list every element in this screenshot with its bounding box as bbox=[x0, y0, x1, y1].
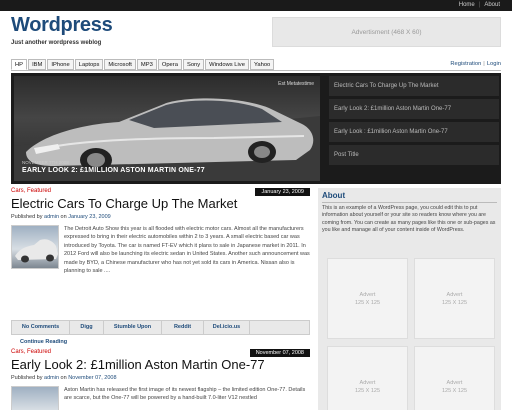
featured-list-item[interactable]: Electric Cars To Charge Up The Market bbox=[329, 76, 499, 96]
featured-image[interactable]: Est Metatestime NOVEMBER 7TH 2008 EARLY … bbox=[14, 76, 320, 181]
about-heading: About bbox=[322, 191, 346, 200]
category-tab[interactable]: MP3 bbox=[136, 59, 157, 70]
featured-list-item[interactable]: Early Look : £1million Aston Martin One-… bbox=[329, 122, 499, 142]
user-nav: Registration | Login bbox=[450, 61, 501, 67]
advert-size: 125 X 125 bbox=[354, 299, 381, 306]
advert-title: Advert bbox=[359, 291, 376, 298]
registration-link[interactable]: Registration bbox=[450, 61, 481, 67]
user-nav-separator: | bbox=[483, 61, 485, 67]
advert-box[interactable]: Advert 125 X 125 bbox=[414, 346, 495, 410]
advert-title: Advert bbox=[446, 379, 463, 386]
about-link[interactable]: About bbox=[484, 1, 500, 10]
about-text: This is an example of a WordPress page, … bbox=[322, 205, 496, 234]
featured-caption[interactable]: EARLY LOOK 2: £1MILLION ASTON MARTIN ONE… bbox=[22, 167, 205, 174]
top-separator: | bbox=[478, 2, 481, 8]
advert-size: 125 X 125 bbox=[441, 387, 468, 394]
nav-divider bbox=[11, 70, 501, 71]
author-link[interactable]: admin bbox=[44, 214, 59, 220]
share-bar: No Comments Digg Stumble Upon Reddit Del… bbox=[11, 320, 310, 335]
byline-label: Published by bbox=[11, 375, 43, 381]
top-advertisement[interactable]: Advertisment (468 X 60) bbox=[272, 17, 501, 47]
featured-list-item[interactable]: Early Look 2: £1million Aston Martin One… bbox=[329, 99, 499, 119]
featured-meta: NOVEMBER 7TH 2008 bbox=[22, 160, 69, 165]
post-byline: Published by admin on January 23, 2009 bbox=[11, 214, 310, 220]
byline-on: on bbox=[60, 214, 67, 220]
category-tab[interactable]: IPhone bbox=[47, 59, 74, 70]
post-date-badge: January 23, 2009 bbox=[255, 188, 310, 196]
site-description: Just another wordpress weblog bbox=[11, 40, 102, 46]
post-date-link[interactable]: January 23, 2009 bbox=[68, 214, 111, 220]
post-thumbnail[interactable] bbox=[11, 225, 59, 269]
category-tab[interactable]: HP bbox=[11, 59, 28, 70]
category-tab[interactable]: Laptops bbox=[74, 59, 104, 70]
category-nav: HP IBM IPhone Laptops Microsoft MP3 Oper… bbox=[11, 59, 275, 70]
byline-on: on bbox=[60, 375, 67, 381]
advert-size: 125 X 125 bbox=[354, 387, 381, 394]
site-title[interactable]: Wordpress bbox=[11, 14, 113, 37]
category-tab[interactable]: Windows Live bbox=[205, 59, 249, 70]
advert-box[interactable]: Advert 125 X 125 bbox=[327, 346, 408, 410]
advert-box[interactable]: Advert 125 X 125 bbox=[414, 258, 495, 339]
advert-size: 125 X 125 bbox=[441, 299, 468, 306]
advert-title: Advert bbox=[359, 379, 376, 386]
featured-image-label: Est Metatestime bbox=[278, 81, 314, 87]
author-link[interactable]: admin bbox=[44, 375, 59, 381]
featured-list: Electric Cars To Charge Up The Market Ea… bbox=[329, 76, 499, 168]
post-excerpt: Aston Martin has released the first imag… bbox=[64, 387, 306, 402]
post: Cars, Featured November 07, 2008 Early L… bbox=[11, 349, 310, 410]
post: Cars, Featured January 23, 2009 Electric… bbox=[11, 188, 310, 275]
login-link[interactable]: Login bbox=[487, 61, 501, 67]
featured-slider: Est Metatestime NOVEMBER 7TH 2008 EARLY … bbox=[11, 73, 501, 184]
stumbleupon-link[interactable]: Stumble Upon bbox=[104, 321, 162, 334]
reddit-link[interactable]: Reddit bbox=[162, 321, 204, 334]
advert-title: Advert bbox=[446, 291, 463, 298]
category-tab[interactable]: Opera bbox=[157, 59, 182, 70]
top-links: Home | About bbox=[459, 1, 500, 10]
car-illustration bbox=[14, 98, 320, 181]
comments-link[interactable]: No Comments bbox=[12, 321, 70, 334]
about-divider bbox=[322, 202, 497, 203]
post-body: Aston Martin has released the first imag… bbox=[11, 386, 310, 410]
category-tab[interactable]: IBM bbox=[28, 59, 47, 70]
digg-link[interactable]: Digg bbox=[70, 321, 104, 334]
featured-list-item[interactable]: Post Title bbox=[329, 145, 499, 165]
category-tab[interactable]: Sony bbox=[182, 59, 205, 70]
post-thumbnail[interactable] bbox=[11, 386, 59, 410]
sidebar: About This is an example of a WordPress … bbox=[318, 188, 501, 410]
continue-reading-link[interactable]: Continue Reading bbox=[20, 339, 67, 345]
advert-box[interactable]: Advert 125 X 125 bbox=[327, 258, 408, 339]
post-title[interactable]: Electric Cars To Charge Up The Market bbox=[11, 197, 310, 211]
category-tab[interactable]: Microsoft bbox=[104, 59, 136, 70]
delicious-link[interactable]: Del.icio.us bbox=[204, 321, 250, 334]
post-byline: Published by admin on November 07, 2008 bbox=[11, 375, 310, 381]
category-tab[interactable]: Yahoo bbox=[249, 59, 275, 70]
post-title[interactable]: Early Look 2: £1million Aston Martin One… bbox=[11, 358, 310, 372]
post-date-badge: November 07, 2008 bbox=[249, 349, 310, 357]
top-bar: Home | About bbox=[0, 0, 512, 11]
post-date-link[interactable]: November 07, 2008 bbox=[68, 375, 116, 381]
home-link[interactable]: Home bbox=[459, 1, 475, 10]
byline-label: Published by bbox=[11, 214, 43, 220]
post-body: The Detroit Auto Show this year is all f… bbox=[11, 225, 310, 275]
post-excerpt: The Detroit Auto Show this year is all f… bbox=[64, 226, 310, 275]
